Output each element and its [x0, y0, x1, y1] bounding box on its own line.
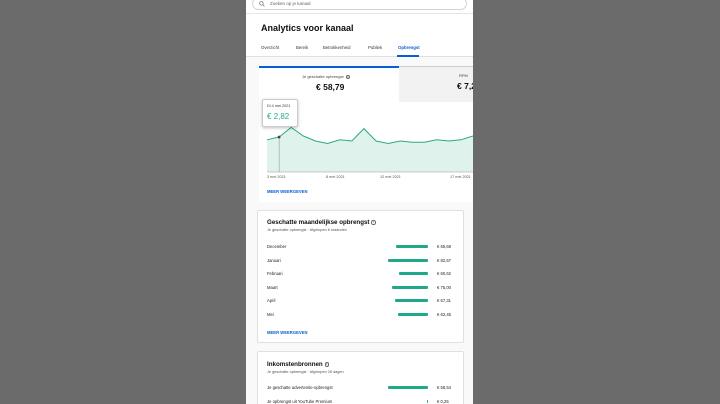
- tab-bar: Overzicht Bereik Betrokkenheid Publiek O…: [246, 45, 473, 57]
- month-bar: [397, 313, 428, 316]
- phone-screen: Zoeken op je kanaal Analytics voor kanaa…: [246, 0, 473, 404]
- month-label: December: [267, 244, 287, 249]
- card-title: Geschatte maandelijkse opbrengst i: [267, 219, 376, 226]
- source-label: Je opbrengst uit YouTube Premium: [267, 399, 333, 404]
- tooltip-value: € 2,82: [267, 112, 290, 121]
- metric-label-text: Je geschatte opbrengst: [302, 74, 344, 79]
- source-bar: [427, 400, 428, 403]
- month-value: € 82,57: [437, 257, 451, 263]
- x-tick: 8 mei 2021: [326, 175, 345, 179]
- x-tick: 17 mei 2021: [450, 175, 471, 179]
- month-bar: [396, 245, 428, 248]
- month-bar: [388, 258, 428, 262]
- tooltip-date: Di 4 mei 2021: [267, 104, 291, 108]
- tab-betrokkenheid[interactable]: Betrokkenheid: [323, 45, 350, 51]
- month-bar: [398, 272, 428, 276]
- card-title: Inkomstenbronnen i: [267, 361, 330, 368]
- metric-tab-rpm[interactable]: RPM € 7,2: [399, 66, 473, 102]
- info-icon[interactable]: i: [345, 74, 351, 80]
- card-subtitle: Je geschatte opbrengst · Afgelopen 6 maa…: [267, 228, 347, 232]
- search-box[interactable]: Zoeken op je kanaal: [252, 0, 467, 10]
- metric-tab-revenue[interactable]: Je geschatte opbrengst i € 58,79: [259, 66, 399, 102]
- source-bar: [388, 386, 428, 389]
- metric-value-rpm: € 7,2: [457, 81, 473, 91]
- chart-tooltip: Di 4 mei 2021 € 2,82: [262, 99, 298, 127]
- month-label: April: [267, 298, 276, 304]
- month-value: € 60,62: [437, 271, 451, 277]
- card-title-text: Inkomstenbronnen: [267, 361, 323, 368]
- top-bar: Zoeken op je kanaal: [246, 0, 473, 14]
- tab-bereik[interactable]: Bereik: [296, 45, 308, 51]
- page-title: Analytics voor kanaal: [261, 23, 354, 33]
- metric-value: € 58,79: [316, 82, 345, 92]
- tab-overzicht[interactable]: Overzicht: [261, 45, 279, 51]
- tab-publiek[interactable]: Publiek: [368, 45, 382, 51]
- tab-opbrengst[interactable]: Opbrengst: [398, 45, 420, 51]
- search-icon: [259, 0, 265, 7]
- month-value: € 62,45: [437, 312, 451, 317]
- metric-label-rpm: RPM: [459, 73, 468, 78]
- month-value: € 75,00: [437, 284, 451, 290]
- info-icon[interactable]: i: [324, 362, 330, 367]
- metric-label: Je geschatte opbrengst i: [302, 74, 351, 80]
- card-title-text: Geschatte maandelijkse opbrengst: [267, 219, 370, 226]
- more-link-monthly[interactable]: MEER WEERGEVEN: [267, 330, 308, 335]
- month-label: Maart: [267, 284, 278, 290]
- hover-point[interactable]: [277, 135, 281, 139]
- more-link-chart[interactable]: MEER WEERGEVEN: [267, 189, 308, 194]
- month-value: € 67,31: [437, 298, 451, 304]
- source-label: Je geschatte advertentie-opbrengst: [267, 385, 333, 390]
- search-input[interactable]: Zoeken op je kanaal: [270, 1, 311, 6]
- month-label: Februari: [267, 271, 283, 277]
- month-bar: [391, 285, 428, 289]
- tab-indicator: [397, 55, 419, 57]
- x-tick: 12 mei 2021: [380, 175, 401, 179]
- month-value: € 65,68: [437, 244, 451, 249]
- monthly-revenue-card: Geschatte maandelijkse opbrengst i Je ges…: [257, 210, 464, 343]
- x-tick: 3 mei 2021: [267, 175, 286, 179]
- source-value: € 58,54: [437, 385, 451, 390]
- revenue-sources-card: Inkomstenbronnen i Je geschatte opbrengst…: [257, 351, 464, 404]
- month-label: Mei: [267, 312, 274, 317]
- month-bar: [395, 299, 428, 303]
- card-subtitle: Je geschatte opbrengst · Afgelopen 28 da…: [267, 370, 344, 374]
- info-icon[interactable]: i: [371, 220, 376, 225]
- source-value: € 0,25: [437, 399, 449, 404]
- month-label: Januari: [267, 257, 281, 263]
